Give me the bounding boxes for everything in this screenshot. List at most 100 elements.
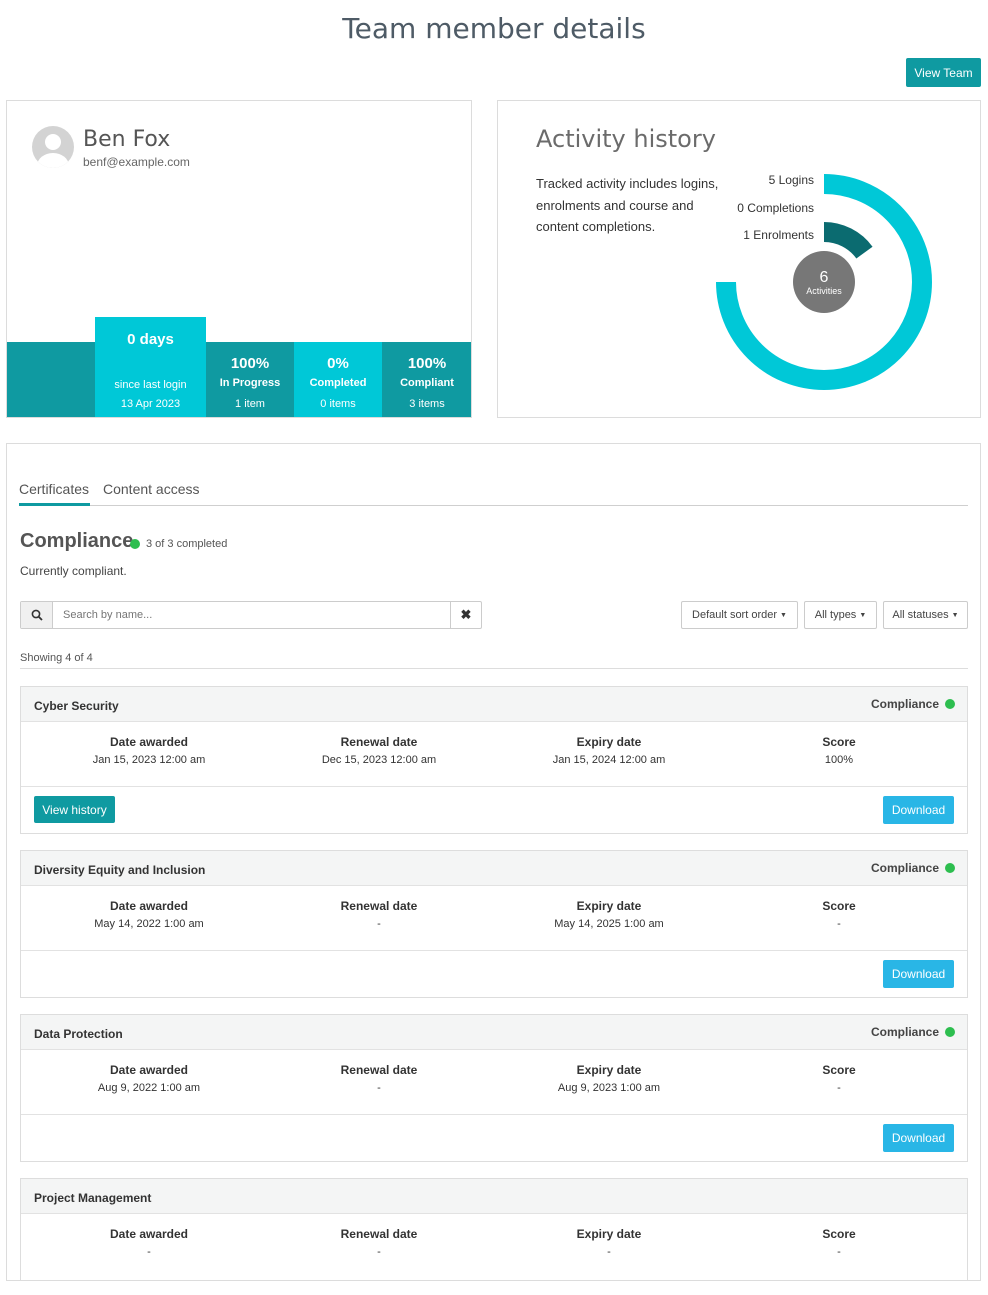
statuses-dropdown[interactable]: All statuses ▼ <box>883 601 968 629</box>
stat-compliant: 100% Compliant 3 items <box>383 342 471 417</box>
clear-search-icon[interactable]: ✖ <box>450 602 481 628</box>
view-team-button[interactable]: View Team <box>906 58 981 87</box>
renewal-date-label: Renewal date <box>340 1227 418 1241</box>
page-title: Team member details <box>342 12 646 45</box>
compliance-completed-count: 3 of 3 completed <box>146 538 228 550</box>
stat-completed-label: Completed <box>309 377 367 389</box>
avatar-icon <box>32 126 74 168</box>
stat-completed: 0% Completed 0 items <box>294 342 382 417</box>
profile-card: Ben Fox benf@example.com 0 days since la… <box>6 100 472 418</box>
renewal-date-value: - <box>377 918 381 930</box>
caret-down-icon: ▼ <box>951 611 959 619</box>
renewal-date-value: - <box>377 1246 381 1258</box>
renewal-date-value: - <box>377 1082 381 1094</box>
legend-completions: 0 Completions <box>737 201 814 215</box>
score-value: - <box>837 918 841 930</box>
download-button[interactable]: Download <box>883 1124 954 1152</box>
renewal-date-label: Renewal date <box>340 899 418 913</box>
activity-total-value: 6 <box>820 269 829 286</box>
compliance-status-text: Currently compliant. <box>20 564 127 578</box>
stat-last-login-date: 13 Apr 2023 <box>120 398 181 410</box>
renewal-date-label: Renewal date <box>340 735 418 749</box>
search-bar: ✖ <box>20 601 482 629</box>
tab-content-access[interactable]: Content access <box>103 481 200 497</box>
search-icon[interactable] <box>21 602 53 628</box>
date-awarded-label: Date awarded <box>109 1227 189 1241</box>
types-dropdown-label: All types <box>814 609 857 621</box>
stat-compliant-value: 100% <box>407 355 447 372</box>
caret-down-icon: ▼ <box>859 611 867 619</box>
results-count: Showing 4 of 4 <box>20 652 93 664</box>
sort-dropdown-label: Default sort order <box>692 609 778 621</box>
activity-card: Activity history Tracked activity includ… <box>497 100 981 418</box>
score-label: Score <box>822 735 856 749</box>
activity-total-label: Activities <box>806 286 842 296</box>
types-dropdown[interactable]: All types ▼ <box>804 601 877 629</box>
stat-last-login-value: 0 days <box>127 331 174 348</box>
expiry-date-value: Jan 15, 2024 12:00 am <box>552 754 666 766</box>
activity-donut-chart: 6 Activities <box>716 174 932 390</box>
stat-in-progress-count: 1 item <box>235 398 265 410</box>
stat-compliant-label: Compliant <box>400 377 454 389</box>
certificate-card: Project Management Date awarded - Renewal… <box>20 1178 968 1280</box>
search-input[interactable] <box>54 602 450 628</box>
certificate-status: Compliance <box>871 1025 955 1039</box>
expiry-date-value: Aug 9, 2023 1:00 am <box>557 1082 661 1094</box>
date-awarded-label: Date awarded <box>109 735 189 749</box>
expiry-date-label: Expiry date <box>576 1227 642 1241</box>
stat-last-login: 0 days since last login 13 Apr 2023 <box>95 317 206 417</box>
stat-last-login-label: since last login <box>114 379 187 391</box>
score-label: Score <box>822 1063 856 1077</box>
date-awarded-value: - <box>147 1246 151 1258</box>
stat-in-progress: 100% In Progress 1 item <box>206 342 294 417</box>
expiry-date-label: Expiry date <box>576 735 642 749</box>
download-button[interactable]: Download <box>883 796 954 824</box>
stat-in-progress-label: In Progress <box>219 377 281 389</box>
stat-completed-count: 0 items <box>320 398 356 410</box>
certificate-card: Diversity Equity and Inclusion Complianc… <box>20 850 968 998</box>
expiry-date-value: May 14, 2025 1:00 am <box>554 918 664 930</box>
expiry-date-value: - <box>607 1246 611 1258</box>
stat-compliant-count: 3 items <box>409 398 445 410</box>
expiry-date-label: Expiry date <box>576 1063 642 1077</box>
status-dot-icon <box>945 863 955 873</box>
certificate-status: Compliance <box>871 697 955 711</box>
certificate-name: Project Management <box>34 1191 152 1205</box>
score-label: Score <box>822 1227 856 1241</box>
score-label: Score <box>822 899 856 913</box>
certificate-name: Data Protection <box>34 1027 123 1041</box>
certificates-panel: Certificates Content access Compliance 3… <box>6 443 981 1281</box>
renewal-date-value: Dec 15, 2023 12:00 am <box>321 754 437 766</box>
date-awarded-label: Date awarded <box>109 899 189 913</box>
tab-certificates[interactable]: Certificates <box>19 481 90 506</box>
status-dot-icon <box>945 699 955 709</box>
certificate-name: Cyber Security <box>34 699 119 713</box>
statuses-dropdown-label: All statuses <box>892 609 949 621</box>
divider <box>20 668 968 669</box>
date-awarded-value: May 14, 2022 1:00 am <box>94 918 204 930</box>
compliance-title: Compliance <box>20 530 134 552</box>
score-value: - <box>837 1082 841 1094</box>
sort-dropdown[interactable]: Default sort order ▼ <box>681 601 798 629</box>
certificate-status: Compliance <box>871 861 955 875</box>
view-history-button[interactable]: View history <box>34 796 115 823</box>
download-button[interactable]: Download <box>883 960 954 988</box>
status-dot-icon <box>130 539 140 549</box>
legend-logins: 5 Logins <box>768 173 814 187</box>
score-value: 100% <box>824 754 854 766</box>
score-value: - <box>837 1246 841 1258</box>
member-email: benf@example.com <box>83 155 190 169</box>
certificate-card: Data Protection Compliance Date awarded A… <box>20 1014 968 1162</box>
caret-down-icon: ▼ <box>780 611 787 619</box>
status-dot-icon <box>945 1027 955 1037</box>
certificate-name: Diversity Equity and Inclusion <box>34 863 206 877</box>
date-awarded-value: Aug 9, 2022 1:00 am <box>97 1082 201 1094</box>
renewal-date-label: Renewal date <box>340 1063 418 1077</box>
expiry-date-label: Expiry date <box>576 899 642 913</box>
date-awarded-label: Date awarded <box>109 1063 189 1077</box>
legend-enrolments: 1 Enrolments <box>743 228 814 242</box>
date-awarded-value: Jan 15, 2023 12:00 am <box>92 754 206 766</box>
member-name: Ben Fox <box>83 127 171 152</box>
stat-completed-value: 0% <box>327 355 349 372</box>
tab-bar: Certificates Content access <box>19 479 968 506</box>
